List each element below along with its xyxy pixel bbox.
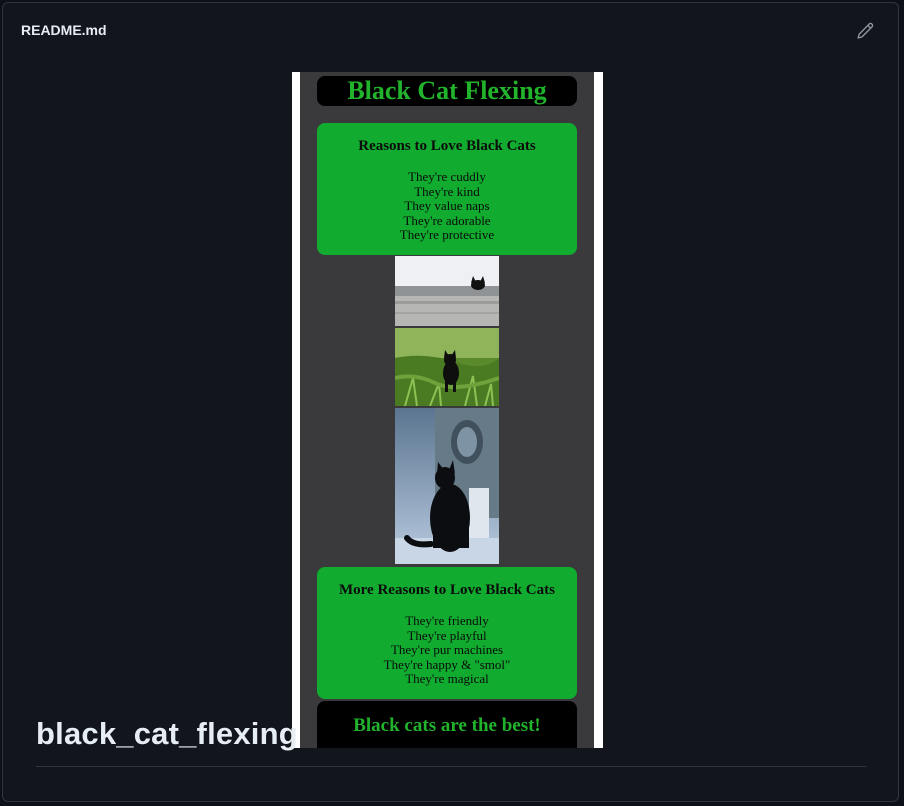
- list-item: They're magical: [405, 671, 489, 686]
- more-reasons-heading: More Reasons to Love Black Cats: [339, 582, 555, 598]
- reasons-heading: Reasons to Love Black Cats: [358, 138, 536, 154]
- reasons-card: Reasons to Love Black Cats They're cuddl…: [317, 123, 577, 255]
- list-item: They value naps: [404, 198, 490, 213]
- cat-in-grass-photo: [395, 328, 499, 406]
- cat-peeking-photo: [395, 256, 499, 326]
- divider: [36, 766, 866, 767]
- repo-name-heading: black_cat_flexing: [36, 716, 298, 751]
- list-item: They're pur machines: [390, 642, 504, 657]
- cat-silhouette-photo: [395, 408, 499, 564]
- preview-title: Black Cat Flexing: [317, 76, 577, 106]
- readme-filename: README.md: [21, 22, 107, 38]
- pencil-icon[interactable]: [856, 22, 874, 40]
- list-item: They're adorable: [403, 212, 491, 228]
- list-item: They're playful: [407, 627, 487, 643]
- more-reasons-card: More Reasons to Love Black Cats They're …: [317, 567, 577, 699]
- more-reasons-list: They're friendly They're playful They're…: [317, 613, 577, 687]
- list-item: They're protective: [399, 227, 495, 242]
- preview-footer: Black cats are the best!: [317, 701, 577, 748]
- list-item: They're happy & "smol": [383, 656, 511, 672]
- list-item: They're friendly: [405, 613, 489, 628]
- list-item: They're kind: [414, 183, 480, 199]
- reasons-list: They're cuddly They're kind They value n…: [317, 169, 577, 243]
- list-item: They're cuddly: [408, 169, 486, 184]
- website-preview-image: Black Cat Flexing Reasons to Love Black …: [292, 72, 603, 748]
- preview-page: Black Cat Flexing Reasons to Love Black …: [300, 72, 594, 748]
